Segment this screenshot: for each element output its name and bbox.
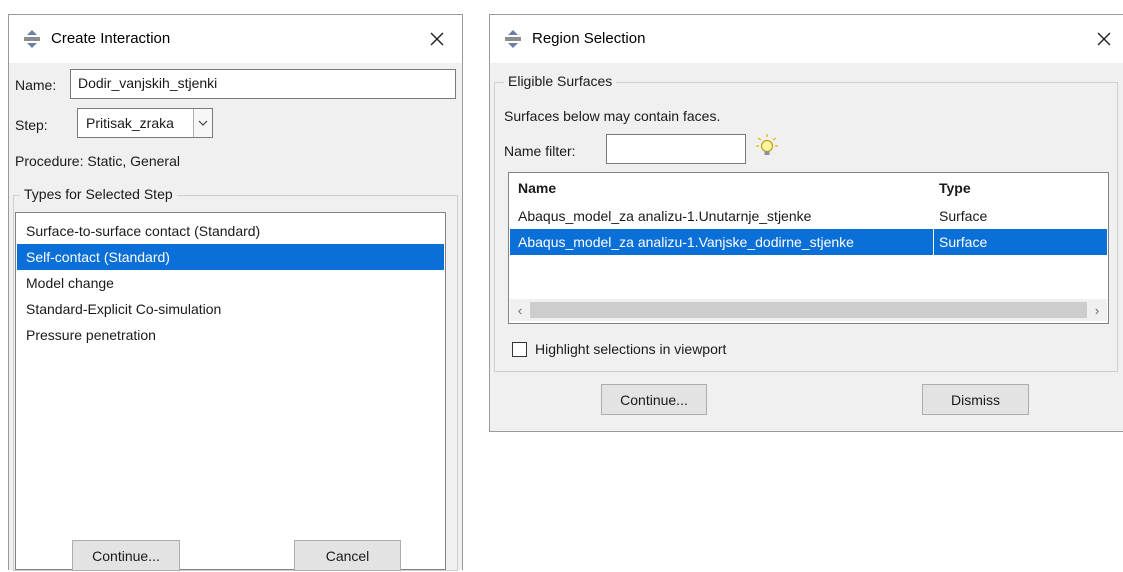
highlight-checkbox[interactable] bbox=[512, 342, 527, 357]
create-interaction-dialog: Create Interaction Name: Dodir_vanjskih_… bbox=[8, 14, 463, 571]
titlebar[interactable]: Region Selection bbox=[490, 15, 1123, 63]
continue-button[interactable]: Continue... bbox=[601, 384, 707, 415]
close-icon bbox=[430, 32, 444, 46]
table-row[interactable]: Abaqus_model_za analizu-1.Unutarnje_stje… bbox=[510, 203, 1107, 229]
procedure-text: Procedure: Static, General bbox=[15, 153, 180, 169]
name-filter-input[interactable] bbox=[606, 134, 746, 164]
abaqus-app-icon bbox=[24, 30, 40, 48]
column-header-name[interactable]: Name bbox=[518, 180, 556, 196]
cell-name: Abaqus_model_za analizu-1.Unutarnje_stje… bbox=[518, 208, 812, 224]
list-item[interactable]: Surface-to-surface contact (Standard) bbox=[17, 218, 444, 244]
name-input[interactable]: Dodir_vanjskih_stjenki bbox=[70, 69, 456, 99]
types-list[interactable]: Surface-to-surface contact (Standard) Se… bbox=[15, 212, 446, 570]
types-groupbox: Types for Selected Step Surface-to-surfa… bbox=[13, 186, 458, 571]
info-text: Surfaces below may contain faces. bbox=[504, 108, 721, 124]
name-label: Name: bbox=[15, 77, 57, 93]
cell-name: Abaqus_model_za analizu-1.Vanjske_dodirn… bbox=[518, 234, 854, 250]
lightbulb-icon[interactable] bbox=[756, 134, 778, 158]
continue-button[interactable]: Continue... bbox=[72, 540, 180, 571]
cancel-button[interactable]: Cancel bbox=[294, 540, 401, 571]
dialog-title: Create Interaction bbox=[51, 30, 171, 47]
horizontal-scrollbar[interactable]: ‹ › bbox=[510, 299, 1107, 321]
eligible-group-title: Eligible Surfaces bbox=[504, 73, 617, 89]
chevron-right-icon[interactable]: › bbox=[1087, 299, 1107, 321]
name-filter-label: Name filter: bbox=[504, 143, 576, 159]
region-selection-dialog: Region Selection Eligible Surfaces Surfa… bbox=[489, 14, 1123, 432]
column-divider bbox=[933, 229, 934, 255]
scrollbar-thumb[interactable] bbox=[530, 302, 1087, 318]
list-item[interactable]: Pressure penetration bbox=[17, 322, 444, 348]
table-row-selected[interactable]: Abaqus_model_za analizu-1.Vanjske_dodirn… bbox=[510, 229, 1107, 255]
list-item[interactable]: Standard-Explicit Co-simulation bbox=[17, 296, 444, 322]
dismiss-button[interactable]: Dismiss bbox=[922, 384, 1029, 415]
abaqus-app-icon bbox=[505, 30, 521, 48]
list-item-selected[interactable]: Self-contact (Standard) bbox=[17, 244, 444, 270]
cell-type: Surface bbox=[939, 234, 988, 250]
chevron-down-icon[interactable] bbox=[193, 109, 212, 137]
close-button[interactable] bbox=[1089, 24, 1119, 54]
titlebar[interactable]: Create Interaction bbox=[9, 15, 462, 63]
types-group-title: Types for Selected Step bbox=[20, 186, 177, 202]
close-button[interactable] bbox=[422, 24, 452, 54]
dialog-title: Region Selection bbox=[532, 30, 646, 47]
close-icon bbox=[1097, 32, 1111, 46]
step-label: Step: bbox=[15, 117, 48, 133]
surfaces-table[interactable]: Name Type Abaqus_model_za analizu-1.Unut… bbox=[508, 172, 1109, 324]
list-item[interactable]: Model change bbox=[17, 270, 444, 296]
cell-type: Surface bbox=[939, 208, 988, 224]
step-select-value: Pritisak_zraka bbox=[86, 115, 174, 131]
highlight-label: Highlight selections in viewport bbox=[535, 341, 727, 357]
chevron-left-icon[interactable]: ‹ bbox=[510, 299, 530, 321]
step-select[interactable]: Pritisak_zraka bbox=[77, 108, 213, 138]
column-header-type[interactable]: Type bbox=[939, 180, 971, 196]
